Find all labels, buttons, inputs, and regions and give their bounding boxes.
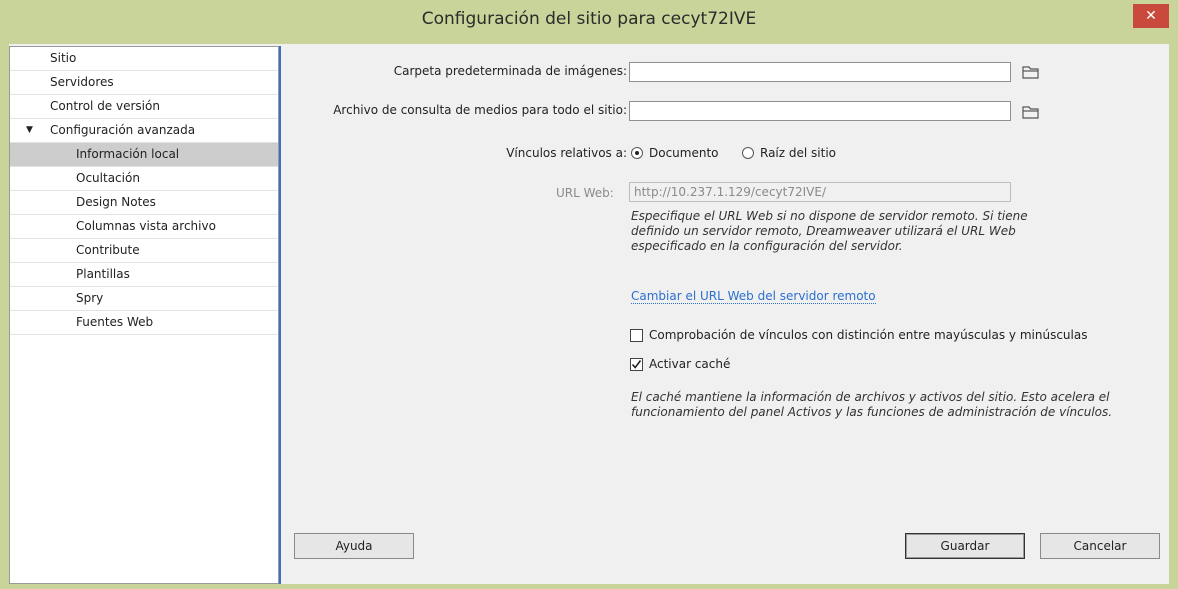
enable-cache-checkbox[interactable]: Activar caché [630, 357, 730, 371]
sidebar-item-label: Design Notes [76, 195, 156, 209]
sidebar-item-label: Configuración avanzada [50, 123, 196, 137]
case-sensitive-label: Comprobación de vínculos con distinción … [649, 328, 1088, 342]
save-button[interactable]: Guardar [905, 533, 1025, 559]
sidebar-item[interactable]: Fuentes Web [10, 311, 278, 335]
media-query-label: Archivo de consulta de medios para todo … [333, 103, 627, 117]
radio-document-label: Documento [649, 146, 719, 160]
close-button[interactable]: ✕ [1133, 4, 1169, 28]
enable-cache-box [630, 357, 643, 371]
web-url-input [629, 182, 1011, 202]
sidebar-item-label: Plantillas [76, 267, 130, 281]
sidebar-item-label: Columnas vista archivo [76, 219, 216, 233]
web-url-label: URL Web: [556, 186, 614, 200]
window-title: Configuración del sitio para cecyt72IVE [421, 9, 757, 29]
images-folder-input[interactable] [629, 62, 1011, 82]
category-sidebar: Sitio Servidores Control de versión ▼ Config… [9, 46, 279, 584]
images-folder-label: Carpeta predeterminada de imágenes: [393, 64, 627, 78]
sidebar-item[interactable]: ▼ Configuración avanzada [10, 119, 278, 143]
sidebar-item-label: Control de versión [50, 99, 160, 113]
sidebar-item-label: Servidores [50, 75, 114, 89]
sidebar-item[interactable]: Servidores [10, 71, 278, 95]
media-query-input[interactable] [629, 101, 1011, 121]
radio-document-indicator [631, 147, 643, 159]
sidebar-item-label: Sitio [50, 51, 77, 65]
enable-cache-label: Activar caché [649, 357, 731, 371]
sidebar-item[interactable]: Spry [10, 287, 278, 311]
cancel-button[interactable]: Cancelar [1040, 533, 1160, 559]
cache-note: El caché mantiene la información de arch… [631, 390, 1113, 419]
sidebar-item[interactable]: Columnas vista archivo [10, 215, 278, 239]
radio-site-root-label: Raíz del sitio [760, 146, 836, 160]
relative-links-label: Vínculos relativos a: [506, 146, 627, 160]
case-sensitive-box [630, 328, 643, 342]
title-bar: Configuración del sitio para cecyt72IVE … [0, 0, 1178, 44]
media-query-browse-icon[interactable] [1022, 104, 1040, 120]
sidebar-item[interactable]: Información local [10, 143, 278, 167]
local-info-panel: Carpeta predeterminada de imágenes: Arch… [281, 46, 1169, 584]
radio-document[interactable]: Documento [631, 146, 719, 160]
site-settings-dialog: Configuración del sitio para cecyt72IVE … [0, 0, 1178, 589]
sidebar-item[interactable]: Sitio [10, 47, 278, 71]
radio-site-root-indicator [742, 147, 754, 159]
sidebar-item[interactable]: Contribute [10, 239, 278, 263]
sidebar-item-label: Contribute [76, 243, 140, 257]
change-remote-url-link[interactable]: Cambiar el URL Web del servidor remoto [631, 289, 876, 304]
sidebar-item-label: Spry [76, 291, 104, 305]
web-url-note: Especifique el URL Web si no dispone de … [631, 209, 1028, 253]
triangle-down-icon[interactable]: ▼ [26, 119, 33, 141]
radio-site-root[interactable]: Raíz del sitio [742, 146, 836, 160]
sidebar-item-label: Ocultación [76, 171, 140, 185]
sidebar-item[interactable]: Ocultación [10, 167, 278, 191]
close-icon: ✕ [1145, 8, 1157, 24]
sidebar-item[interactable]: Plantillas [10, 263, 278, 287]
sidebar-item[interactable]: Control de versión [10, 95, 278, 119]
sidebar-item-label: Fuentes Web [76, 315, 154, 329]
sidebar-item-label: Información local [76, 147, 180, 161]
sidebar-item[interactable]: Design Notes [10, 191, 278, 215]
checkmark-icon [631, 359, 642, 369]
help-button[interactable]: Ayuda [294, 533, 414, 559]
images-folder-browse-icon[interactable] [1022, 64, 1040, 80]
case-sensitive-checkbox[interactable]: Comprobación de vínculos con distinción … [630, 328, 1087, 342]
